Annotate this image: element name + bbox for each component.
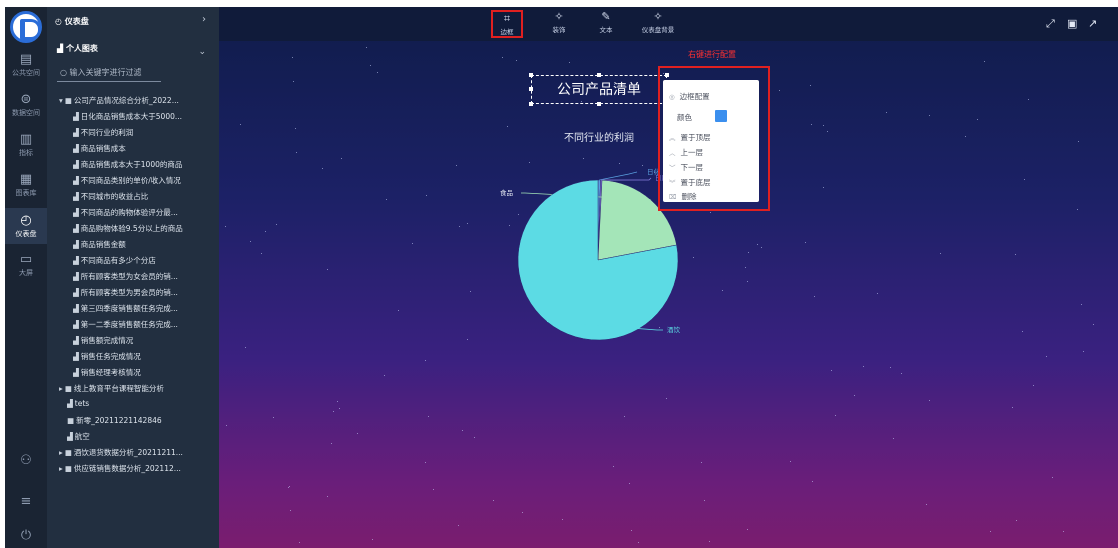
tree-folder[interactable]: ▸ ■ 线上教育平台课程智能分析 — [59, 383, 164, 394]
tree-chart-item[interactable]: ▟ 商品销售成本 — [73, 143, 126, 154]
chart-icon: ▟ — [73, 336, 79, 345]
chart-icon: ▟ — [73, 224, 79, 233]
gauge-icon: ◴ — [55, 17, 65, 26]
search-icon: ○ — [60, 68, 70, 77]
tree-chart-item[interactable]: ▟ 第三四季度销售额任务完成... — [73, 303, 178, 314]
tree-chart-item[interactable]: ▟ 不同商品有多少个分店 — [73, 255, 156, 266]
chart-icon: ▟ — [73, 320, 79, 329]
tree-chart-item[interactable]: ▟ 商品销售成本大于1000的商品 — [73, 159, 182, 170]
chart-icon: ▟ — [73, 112, 79, 121]
settings-icon: ◎ — [669, 93, 675, 101]
document-icon: ▤ — [19, 52, 33, 67]
rail-item-big-screen[interactable]: ▭ 大屏 — [5, 252, 47, 278]
rail-item-dashboard[interactable]: ◴ 仪表盘 — [5, 208, 47, 244]
tree-chart-item[interactable]: ▟ 不同商品类别的单价/收入情况 — [73, 175, 181, 186]
pie-label-2: 食品 — [500, 188, 513, 197]
rail-item-metrics[interactable]: ▥ 指标 — [5, 132, 47, 158]
tree-folder[interactable]: ▸ ■ 酒饮退货数据分析_20211211... — [59, 447, 183, 458]
tree-folder[interactable]: ▸ ■ 供应链销售数据分析_202112... — [59, 463, 181, 474]
tree-chart-item[interactable]: ▟ tets — [67, 399, 89, 408]
dashboard-canvas[interactable]: ⌗ 边框 ✧ 装饰 ✎ 文本 ✧ 仪表盘背景 ⤢ ▣ ↗ 公司产品清单 不同行业… — [219, 7, 1118, 548]
user-icon[interactable]: ⚇ — [5, 453, 47, 468]
tree-chart-item[interactable]: ▟ 第一二季度销售额任务完成... — [73, 319, 178, 330]
menu-item-bring-to-front[interactable]: ︽ 置于顶层 — [669, 132, 711, 143]
resource-tree-panel: ◴ 仪表盘 › ▟ 个人图表 ⌄ ○ 输入关键字进行过滤 ▾ ■ 公司产品情况综合分… — [47, 7, 265, 548]
color-swatch[interactable] — [715, 110, 727, 122]
menu-item-send-to-back[interactable]: ︾ 置于底层 — [669, 177, 711, 188]
rail-item-data-space[interactable]: ⊜ 数据空间 — [5, 92, 47, 118]
double-chevron-up-icon: ︽ — [669, 134, 676, 142]
chevron-up-icon: ︿ — [669, 149, 676, 157]
context-menu: ◎ 边框配置 颜色 ︽ 置于顶层 ︿ 上一层 ﹀ 下一层 ︾ 置于底层 ⌧ 删除 — [663, 80, 759, 202]
tree-folder[interactable]: ■ 新零_20211221142846 — [67, 415, 162, 426]
chevron-right-icon[interactable]: › — [202, 14, 206, 25]
chart-icon: ▟ — [73, 304, 79, 313]
monitor-icon: ▭ — [19, 252, 33, 267]
chevron-down-icon[interactable]: ⌄ — [198, 47, 206, 57]
search-input[interactable]: ○ 输入关键字进行过滤 — [57, 65, 161, 82]
app-logo — [10, 11, 42, 43]
chart-icon: ▟ — [73, 192, 79, 201]
chevron-down-icon: ﹀ — [669, 164, 676, 172]
chart-icon: ▟ — [73, 368, 79, 377]
database-icon: ⊜ — [20, 92, 32, 107]
tree-chart-item[interactable]: ▟ 销售额完成情况 — [73, 335, 133, 346]
chart-icon: ▟ — [73, 160, 79, 169]
tree-chart-item[interactable]: ▟ 销售经理考核情况 — [73, 367, 141, 378]
pie-label-3: 酒饮 — [667, 325, 681, 334]
chart-icon: ▟ — [73, 240, 79, 249]
caret-down-icon: ▾ — [59, 96, 63, 105]
tree-chart-item[interactable]: ▟ 销售任务完成情况 — [73, 351, 141, 362]
menu-item-move-up[interactable]: ︿ 上一层 — [669, 147, 703, 158]
chart-icon: ▟ — [67, 399, 73, 408]
tree-section-personal-charts[interactable]: ▟ 个人图表 — [57, 43, 98, 54]
caret-right-icon: ▸ — [59, 448, 63, 457]
tree-chart-item[interactable]: ▟ 商品销售金额 — [73, 239, 126, 250]
chart-icon: ▟ — [73, 272, 79, 281]
menu-item-color[interactable]: 颜色 — [677, 112, 692, 123]
settings-sliders-icon[interactable]: ≡ — [5, 494, 47, 509]
tree-chart-item[interactable]: ▟ 商品购物体验9.5分以上的商品 — [73, 223, 183, 234]
caret-right-icon: ▸ — [59, 384, 63, 393]
icon-rail: ▤ 公共空间 ⊜ 数据空间 ▥ 指标 ▦ 图表库 ◴ 仪表盘 ▭ 大屏 ⚇ ≡ … — [5, 7, 47, 548]
app-window: ▤ 公共空间 ⊜ 数据空间 ▥ 指标 ▦ 图表库 ◴ 仪表盘 ▭ 大屏 ⚇ ≡ … — [0, 0, 1118, 548]
folder-icon: ■ — [67, 416, 75, 425]
tree-chart-item[interactable]: ▟ 日化商品销售成本大于5000... — [73, 111, 182, 122]
folder-icon: ■ — [64, 96, 72, 105]
folder-icon: ■ — [64, 384, 72, 393]
chart-icon: ▟ — [73, 352, 79, 361]
tree-chart-item[interactable]: ▟ 不同城市的收益占比 — [73, 191, 148, 202]
tree-folder[interactable]: ▾ ■ 公司产品情况综合分析_2022... — [59, 95, 179, 106]
chart-icon: ▟ — [73, 144, 79, 153]
double-chevron-down-icon: ︾ — [669, 179, 676, 187]
pie-label-line-0 — [599, 171, 638, 181]
tree-chart-item[interactable]: ▟ 不同行业的利润 — [73, 127, 133, 138]
rail-item-public-space[interactable]: ▤ 公共空间 — [5, 52, 47, 78]
chart-icon: ▟ — [73, 176, 79, 185]
chart-icon: ▟ — [57, 44, 66, 53]
chart-icon: ▟ — [73, 288, 79, 297]
menu-item-delete[interactable]: ⌧ 删除 — [669, 191, 697, 202]
menu-item-border-config[interactable]: ◎ 边框配置 — [669, 91, 710, 102]
chart-icon: ▟ — [73, 128, 79, 137]
folder-icon: ■ — [64, 448, 72, 457]
menu-item-move-down[interactable]: ﹀ 下一层 — [669, 162, 703, 173]
gauge-icon: ◴ — [20, 213, 32, 228]
chart-library-icon: ▦ — [19, 172, 33, 187]
chart-icon: ▟ — [67, 432, 73, 441]
tree-chart-item[interactable]: ▟ 所有顾客类型为女会员的销... — [73, 271, 178, 282]
rail-item-chart-library[interactable]: ▦ 图表库 — [5, 172, 47, 198]
annotation-label: 右键进行配置 — [688, 50, 736, 59]
trash-icon: ⌧ — [669, 193, 677, 201]
caret-right-icon: ▸ — [59, 464, 63, 473]
tree-chart-item[interactable]: ▟ 所有顾客类型为男会员的销... — [73, 287, 178, 298]
chart-icon: ▟ — [73, 256, 79, 265]
tree-chart-item[interactable]: ▟ 航空 — [67, 431, 90, 442]
bar-chart-icon: ▥ — [19, 132, 33, 147]
power-icon[interactable]: ⏻ — [5, 528, 47, 543]
tree-header[interactable]: ◴ 仪表盘 — [55, 16, 89, 27]
folder-icon: ■ — [64, 464, 72, 473]
tree-chart-item[interactable]: ▟ 不同商品的购物体验评分最... — [73, 207, 178, 218]
chart-icon: ▟ — [73, 208, 79, 217]
